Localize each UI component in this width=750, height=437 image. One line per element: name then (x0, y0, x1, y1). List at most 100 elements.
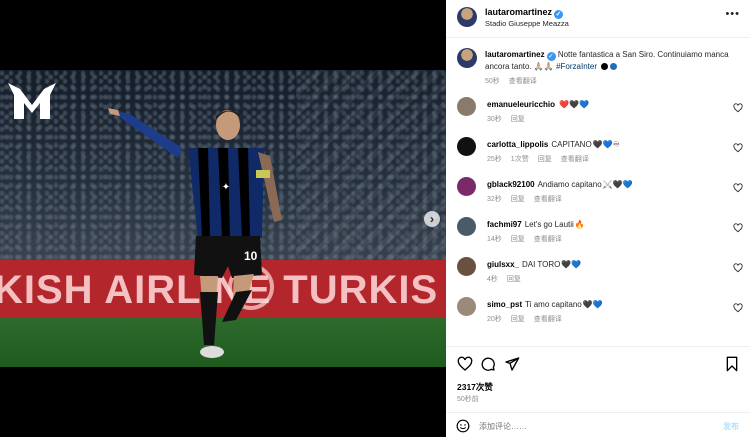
post-photo: KISH AIRLINE TURKIS ✦ 10 (0, 70, 446, 367)
verified-icon: ✓ (546, 52, 556, 61)
avatar[interactable] (457, 137, 476, 156)
blue-circle-icon (610, 63, 618, 70)
avatar[interactable] (457, 177, 476, 196)
comment-time: 4秒 (487, 276, 498, 283)
likes-count[interactable]: 2317次赞 (457, 381, 493, 393)
comment-username[interactable]: giulsxx_ (487, 260, 519, 269)
comment-text: CAPITANO (551, 140, 592, 149)
comment-time: 14秒 (487, 236, 502, 243)
comment-item: simo_pst Ti amo capitano🖤💙 20秒 回复 查看翻译 (446, 290, 750, 330)
comment-username[interactable]: carlotta_lippolis (487, 140, 548, 149)
avatar[interactable] (457, 48, 477, 68)
comment-text: Ti amo capitano (525, 300, 582, 309)
watermark-logo (8, 83, 56, 119)
comment-item: emanueleuricchio ❤️🖤💙 30秒 回复 (446, 90, 750, 130)
action-bar: 2317次赞 50秒前 发布 (446, 346, 750, 437)
comment-username[interactable]: gblack92100 (487, 180, 535, 189)
comment-like-heart-icon[interactable] (733, 143, 743, 153)
comment-time: 25秒 (487, 156, 502, 163)
caption-username[interactable]: lautaromartinez (485, 50, 545, 59)
see-translation-link[interactable]: 查看翻译 (561, 156, 589, 163)
reply-link[interactable]: 回复 (511, 116, 525, 123)
avatar[interactable] (457, 297, 476, 316)
see-translation-link[interactable]: 查看翻译 (534, 236, 562, 243)
comment-username[interactable]: simo_pst (487, 300, 522, 309)
reply-link[interactable]: 回复 (511, 196, 525, 203)
see-translation-link[interactable]: 查看翻译 (534, 196, 562, 203)
comment-item: carlotta_lippolis CAPITANO🖤💙♾ 25秒 1次赞 回复 查看翻译 (446, 130, 750, 170)
caption-text: lautaromartinez ✓ Notte fantastica a San … (485, 49, 745, 87)
comment-icon[interactable] (480, 356, 496, 372)
comment-line: gblack92100 Andiamo capitano⚔️🖤💙 (487, 180, 633, 189)
reply-link[interactable]: 回复 (538, 156, 552, 163)
player-figure: ✦ 10 (108, 108, 282, 358)
black-circle-icon (601, 63, 609, 70)
chevron-right-icon: › (430, 212, 434, 226)
location-link[interactable]: Stadio Giuseppe Meazza (485, 19, 569, 28)
instagram-post-dialog: KISH AIRLINE TURKIS ✦ 10 › lautaromartin… (0, 0, 750, 437)
comments-list: emanueleuricchio ❤️🖤💙 30秒 回复 carlotta_lippol… (446, 90, 750, 345)
post-panel: lautaromartinez ✓ Stadio Giuseppe Meazza … (446, 0, 750, 437)
comment-meta: 32秒 回复 查看翻译 (487, 194, 571, 204)
comment-text: Andiamo capitano (537, 180, 602, 189)
verified-icon: ✓ (554, 10, 564, 19)
post-header: lautaromartinez ✓ Stadio Giuseppe Meazza … (446, 0, 750, 38)
comment-emoji: 🖤💙♾ (592, 140, 620, 149)
avatar[interactable] (457, 257, 476, 276)
comment-emoji: 🖤💙 (561, 260, 582, 269)
comment-emoji: 🖤💙 (582, 300, 603, 309)
share-icon[interactable] (504, 356, 520, 372)
post-time: 50秒前 (457, 396, 479, 403)
comment-meta: 4秒 回复 (487, 274, 530, 284)
author-username[interactable]: lautaromartinez ✓ (485, 7, 564, 19)
avatar[interactable] (457, 97, 476, 116)
comment-line: fachmi97 Let's go Lautii🔥 (487, 220, 585, 229)
emoji-icon[interactable] (456, 419, 470, 433)
comment-meta: 14秒 回复 查看翻译 (487, 234, 571, 244)
comment-time: 30秒 (487, 116, 502, 123)
comment-like-heart-icon[interactable] (733, 303, 743, 313)
reply-link[interactable]: 回复 (507, 276, 521, 283)
comment-username[interactable]: emanueleuricchio (487, 100, 555, 109)
comment-like-heart-icon[interactable] (733, 263, 743, 273)
comment-like-heart-icon[interactable] (733, 223, 743, 233)
comment-like-heart-icon[interactable] (733, 183, 743, 193)
next-image-button[interactable]: › (424, 211, 440, 227)
reply-link[interactable]: 回复 (511, 236, 525, 243)
comment-text: Let's go Lautii (524, 220, 574, 229)
see-translation-link[interactable]: 查看翻译 (509, 78, 537, 85)
hashtag-link[interactable]: #ForzaInter (556, 62, 597, 71)
comment-item: fachmi97 Let's go Lautii🔥 14秒 回复 查看翻译 (446, 210, 750, 250)
see-translation-link[interactable]: 查看翻译 (534, 316, 562, 323)
bookmark-icon[interactable] (724, 356, 740, 372)
comment-line: simo_pst Ti amo capitano🖤💙 (487, 300, 603, 309)
comment-meta: 20秒 回复 查看翻译 (487, 314, 571, 324)
comment-input[interactable] (479, 418, 699, 434)
comment-time: 20秒 (487, 316, 502, 323)
more-dots-icon[interactable]: ••• (725, 8, 740, 20)
heart-icon[interactable] (457, 356, 473, 372)
comment-time: 32秒 (487, 196, 502, 203)
comment-line: emanueleuricchio ❤️🖤💙 (487, 100, 589, 109)
comment-emoji: 🔥 (574, 220, 585, 229)
comment-username[interactable]: fachmi97 (487, 220, 522, 229)
comment-item: gblack92100 Andiamo capitano⚔️🖤💙 32秒 回复 查看翻译 (446, 170, 750, 210)
comment-like-heart-icon[interactable] (733, 103, 743, 113)
svg-text:✦: ✦ (222, 182, 230, 193)
comment-line: giulsxx_ DAI TORO🖤💙 (487, 260, 581, 269)
avatar[interactable] (457, 217, 476, 236)
comment-likes[interactable]: 1次赞 (511, 156, 529, 163)
comment-meta: 30秒 回复 (487, 114, 534, 124)
add-comment-bar: 发布 (446, 412, 750, 437)
comment-meta: 25秒 1次赞 回复 查看翻译 (487, 154, 598, 164)
comment-emoji: ⚔️🖤💙 (602, 180, 633, 189)
avatar[interactable] (457, 7, 477, 27)
caption-time: 50秒 (485, 77, 500, 85)
comment-line: carlotta_lippolis CAPITANO🖤💙♾ (487, 140, 620, 149)
username-text[interactable]: lautaromartinez (485, 7, 552, 17)
post-button[interactable]: 发布 (723, 421, 739, 432)
comment-text: DAI TORO (522, 260, 561, 269)
comment-emoji: ❤️🖤💙 (559, 100, 589, 109)
post-media: KISH AIRLINE TURKIS ✦ 10 › (0, 0, 446, 437)
reply-link[interactable]: 回复 (511, 316, 525, 323)
